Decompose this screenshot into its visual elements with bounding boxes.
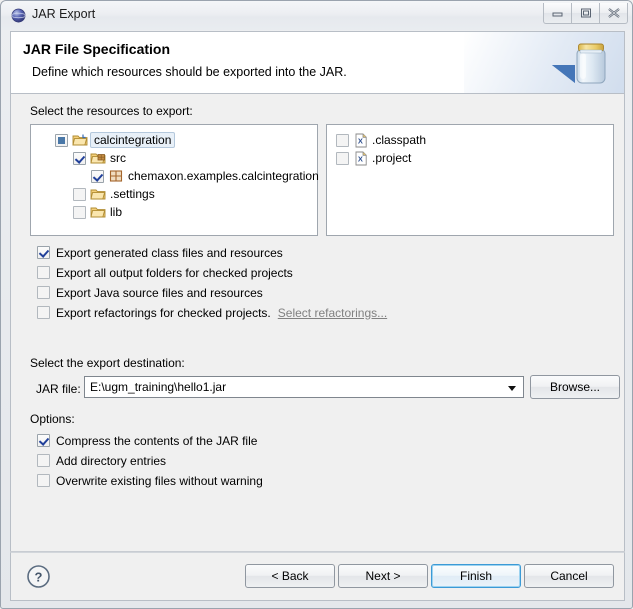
svg-text:?: ? [35, 570, 43, 585]
tree-row[interactable]: src [73, 149, 126, 167]
destination-label: Select the export destination: [30, 356, 185, 370]
tree-row[interactable]: calcintegration [55, 131, 176, 149]
tree-checkbox[interactable] [73, 151, 86, 165]
finish-button[interactable]: Finish [431, 564, 521, 588]
file-row[interactable]: X .classpath [336, 131, 426, 149]
file-row-label: .project [372, 151, 412, 165]
tree-checkbox[interactable] [73, 205, 86, 219]
option-checkbox[interactable] [37, 266, 50, 279]
file-checkbox[interactable] [336, 133, 349, 147]
help-icon[interactable]: ? [26, 564, 51, 589]
option-label: Export generated class files and resourc… [56, 245, 283, 260]
option-export-class-files[interactable]: Export generated class files and resourc… [37, 244, 283, 261]
page-description: Define which resources should be exporte… [32, 65, 347, 79]
cancel-button[interactable]: Cancel [524, 564, 614, 588]
folder-icon [90, 207, 106, 218]
tree-row-label: .settings [110, 187, 155, 201]
file-checkbox[interactable] [336, 151, 349, 165]
option-checkbox[interactable] [37, 246, 50, 259]
page-title: JAR File Specification [23, 41, 171, 57]
tree-row[interactable]: chemaxon.examples.calcintegration [91, 167, 319, 185]
jar-file-field-label: JAR file: [36, 382, 81, 396]
option-overwrite-existing[interactable]: Overwrite existing files without warning [37, 472, 263, 489]
xml-file-icon: X [355, 151, 367, 165]
next-button[interactable]: Next > [338, 564, 428, 588]
tree-checkbox[interactable] [91, 169, 104, 183]
package-icon [109, 170, 123, 182]
option-checkbox[interactable] [37, 474, 50, 487]
option-checkbox[interactable] [37, 454, 50, 467]
option-checkbox[interactable] [37, 434, 50, 447]
tree-row[interactable]: .settings [73, 185, 155, 203]
jar-illustration-icon [552, 43, 606, 84]
dialog-content: Select the resources to export: calcinte… [10, 94, 625, 552]
option-export-java-sources[interactable]: Export Java source files and resources [37, 284, 263, 301]
title-bar: JAR Export [1, 1, 632, 30]
dialog-footer: ? < Back Next > Finish Cancel [10, 552, 625, 601]
jar-export-dialog: JAR Export JAR File Specification Define… [0, 0, 633, 609]
svg-text:X: X [358, 136, 363, 145]
source-folder-icon [90, 153, 106, 164]
xml-file-icon: X [355, 133, 367, 147]
option-label: Export refactorings for checked projects… [56, 305, 271, 320]
close-button[interactable] [599, 3, 628, 24]
option-export-output-folders[interactable]: Export all output folders for checked pr… [37, 264, 293, 281]
jar-file-combo[interactable]: E:\ugm_training\hello1.jar [84, 376, 524, 398]
tree-checkbox[interactable] [55, 133, 68, 147]
tree-row-label: src [110, 151, 126, 165]
tree-row-label: calcintegration [90, 132, 176, 148]
minimize-button[interactable] [543, 3, 572, 24]
options-label: Options: [30, 412, 75, 426]
tree-row-label: chemaxon.examples.calcintegration [128, 169, 319, 183]
option-label: Add directory entries [56, 453, 167, 468]
back-button[interactable]: < Back [245, 564, 335, 588]
file-row[interactable]: X .project [336, 149, 411, 167]
resources-label: Select the resources to export: [30, 104, 193, 118]
tree-row-label: lib [110, 205, 123, 219]
svg-text:X: X [358, 154, 363, 163]
tree-row[interactable]: lib [73, 203, 122, 221]
resource-tree[interactable]: calcintegration src chemaxon.examples.ca… [30, 124, 319, 236]
option-add-directory-entries[interactable]: Add directory entries [37, 452, 166, 469]
option-checkbox[interactable] [37, 286, 50, 299]
option-export-refactorings[interactable]: Export refactorings for checked projects… [37, 304, 387, 321]
folder-icon [90, 189, 106, 200]
chevron-down-icon[interactable] [508, 386, 516, 391]
window-title: JAR Export [32, 7, 96, 21]
file-row-label: .classpath [372, 133, 427, 147]
select-refactorings-link[interactable]: Select refactorings... [278, 306, 387, 320]
option-label: Export Java source files and resources [56, 285, 263, 300]
tree-checkbox[interactable] [73, 187, 86, 201]
option-label: Export all output folders for checked pr… [56, 265, 293, 280]
option-checkbox[interactable] [37, 306, 50, 319]
resource-file-list[interactable]: X .classpath X .project [326, 124, 614, 236]
restore-button[interactable] [571, 3, 600, 24]
option-label: Compress the contents of the JAR file [56, 433, 258, 448]
option-label: Overwrite existing files without warning [56, 473, 263, 488]
browse-button[interactable]: Browse... [530, 375, 620, 399]
project-folder-icon [72, 134, 88, 146]
eclipse-globe-icon [11, 8, 26, 23]
dialog-banner: JAR File Specification Define which reso… [10, 31, 625, 94]
jar-file-value: E:\ugm_training\hello1.jar [90, 380, 227, 394]
option-compress-contents[interactable]: Compress the contents of the JAR file [37, 432, 257, 449]
window-controls [543, 3, 628, 24]
